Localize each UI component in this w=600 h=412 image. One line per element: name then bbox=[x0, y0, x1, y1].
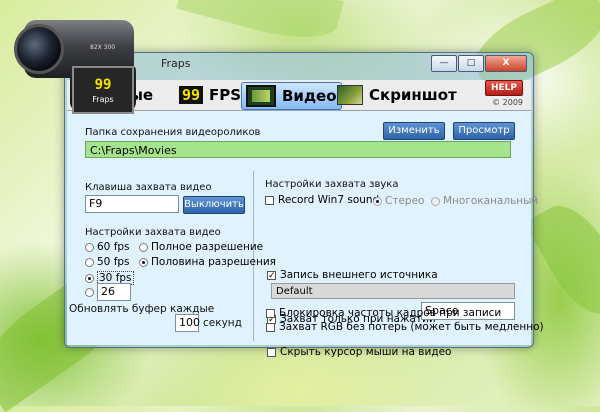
radio-dot bbox=[85, 257, 94, 267]
sound-settings-label: Настройки захвата звука bbox=[265, 179, 399, 190]
win7-sound-label: Record Win7 sound bbox=[278, 194, 380, 206]
checkbox-box bbox=[266, 308, 275, 318]
multichannel-label: Многоканальный bbox=[443, 195, 539, 207]
half-resolution-radio[interactable]: Половина разрешения bbox=[139, 256, 276, 268]
half-resolution-label: Половина разрешения bbox=[151, 256, 276, 268]
camera-lens-icon bbox=[14, 24, 64, 74]
custom-fps-input[interactable]: 26 bbox=[97, 283, 131, 301]
full-resolution-radio[interactable]: Полное разрешение bbox=[139, 241, 263, 253]
hotkey-input[interactable]: F9 bbox=[85, 195, 179, 213]
radio-dot bbox=[85, 288, 94, 297]
change-folder-button[interactable]: Изменить bbox=[383, 122, 445, 140]
lock-framerate-label: Блокировка частоты кадров при записи bbox=[279, 307, 502, 319]
buffer-unit: секунд bbox=[203, 317, 242, 329]
fps-60-label: 60 fps bbox=[97, 241, 130, 253]
folder-label: Папка сохранения видеороликов bbox=[85, 127, 261, 138]
custom-fps-radio[interactable] bbox=[85, 288, 97, 297]
tab-fps-label: FPS bbox=[209, 86, 242, 104]
radio-dot bbox=[139, 242, 148, 252]
win7-sound-checkbox[interactable]: Record Win7 sound bbox=[265, 194, 379, 206]
video-settings-label: Настройки захвата видео bbox=[85, 227, 221, 238]
fps-50-radio[interactable]: 50 fps bbox=[85, 256, 130, 268]
radio-dot bbox=[431, 196, 440, 206]
checkbox-box bbox=[267, 347, 276, 357]
multichannel-radio[interactable]: Многоканальный bbox=[431, 195, 538, 207]
audio-device-select[interactable]: Default bbox=[271, 283, 515, 299]
tab-video[interactable]: Видео bbox=[241, 82, 342, 110]
camera-badge: 99 bbox=[94, 76, 112, 93]
background-leaf bbox=[524, 193, 600, 327]
radio-dot-selected bbox=[139, 257, 148, 267]
tab-screenshot-label: Скриншот bbox=[369, 86, 457, 104]
minimize-button[interactable]: — bbox=[431, 55, 457, 72]
fps-50-label: 50 fps bbox=[97, 256, 130, 268]
help-button[interactable]: HELP bbox=[484, 80, 523, 96]
hide-cursor-checkbox[interactable]: Скрыть курсор мыши на видео bbox=[267, 346, 451, 358]
stereo-radio[interactable]: Стерео bbox=[373, 195, 424, 207]
tab-fps[interactable]: 99 FPS bbox=[175, 82, 245, 108]
checkbox-box bbox=[266, 322, 275, 332]
buffer-input[interactable]: 100 bbox=[175, 314, 200, 332]
close-button[interactable]: X bbox=[485, 55, 527, 72]
tab-screenshot[interactable]: Скриншот bbox=[333, 82, 461, 108]
hotkey-label: Клавиша захвата видео bbox=[85, 182, 212, 193]
radio-dot bbox=[85, 242, 94, 252]
fraps-camera-logo: 82X 300 99 Fraps bbox=[10, 6, 138, 114]
camera-spec-text: 82X 300 bbox=[90, 44, 116, 51]
stereo-label: Стерео bbox=[385, 195, 425, 207]
fps-60-radio[interactable]: 60 fps bbox=[85, 241, 130, 253]
background-leaf bbox=[176, 0, 344, 50]
hide-cursor-label: Скрыть курсор мыши на видео bbox=[280, 346, 452, 358]
external-source-label: Запись внешнего источника bbox=[280, 269, 438, 281]
maximize-button[interactable]: □ bbox=[458, 55, 484, 72]
checkbox-box bbox=[265, 195, 274, 205]
lossless-rgb-label: Захват RGB без потерь (может быть медлен… bbox=[279, 321, 544, 333]
copyright-text: © 2009 bbox=[492, 98, 523, 107]
film-icon bbox=[246, 85, 276, 107]
camera-screen: 99 Fraps bbox=[72, 66, 134, 114]
view-folder-button[interactable]: Просмотр bbox=[453, 122, 515, 140]
check-icon: ✓ bbox=[267, 270, 276, 281]
fps-icon: 99 bbox=[179, 86, 203, 104]
radio-dot-selected bbox=[373, 196, 382, 206]
full-resolution-label: Полное разрешение bbox=[151, 241, 264, 253]
lossless-rgb-checkbox[interactable]: Захват RGB без потерь (может быть медлен… bbox=[266, 321, 544, 333]
external-source-checkbox[interactable]: ✓ Запись внешнего источника bbox=[267, 269, 438, 281]
screenshot-icon bbox=[337, 85, 363, 105]
camera-label: Fraps bbox=[92, 94, 114, 104]
folder-path-field[interactable]: C:\Fraps\Movies bbox=[85, 141, 511, 158]
window-title: Fraps bbox=[161, 57, 191, 70]
lock-framerate-checkbox[interactable]: Блокировка частоты кадров при записи bbox=[266, 307, 501, 319]
tab-video-label: Видео bbox=[282, 87, 337, 105]
disable-hotkey-button[interactable]: Выключить bbox=[183, 196, 245, 214]
radio-dot-selected bbox=[85, 273, 94, 283]
